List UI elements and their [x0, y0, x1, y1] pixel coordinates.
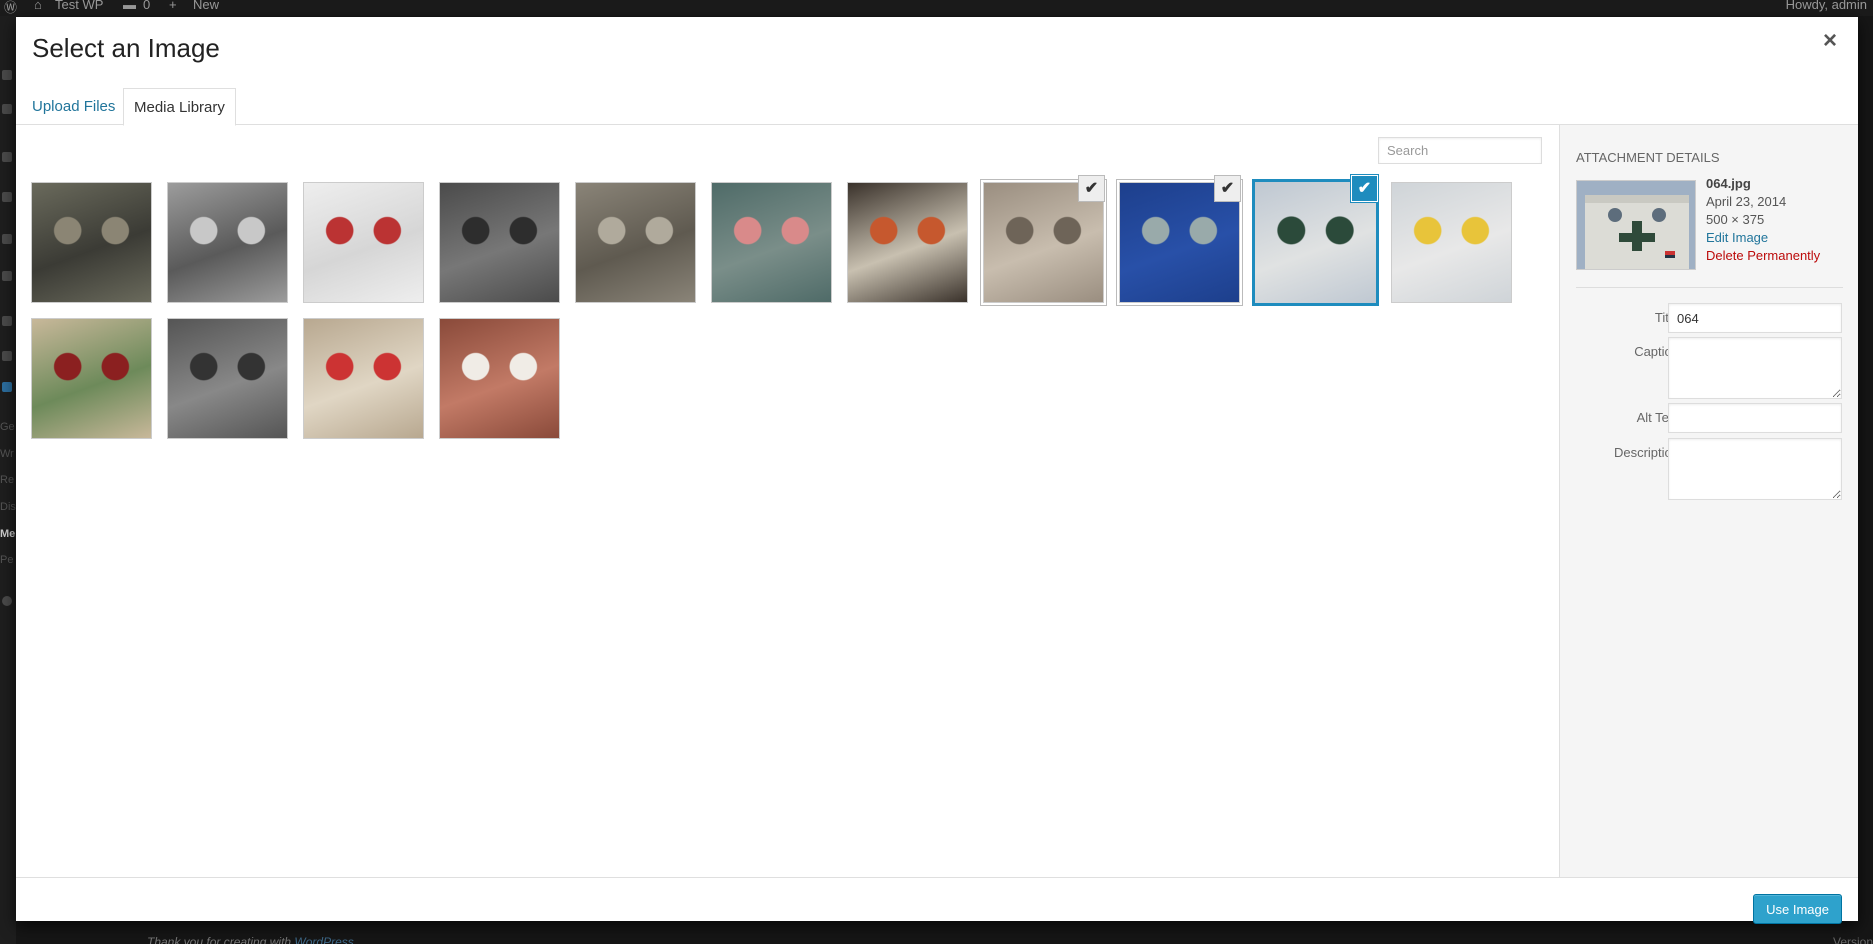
details-date: April 23, 2014 — [1706, 194, 1787, 209]
details-heading: Attachment Details — [1576, 150, 1720, 165]
menu-item-media[interactable]: Me — [0, 528, 16, 540]
footer-prefix: Thank you for creating with — [147, 935, 295, 944]
comments-count: 0 — [143, 0, 151, 12]
description-label: Description — [1613, 445, 1679, 460]
admin-menu: Ge Wr Re Dis Me Pe — [0, 16, 16, 944]
tab-upload-files[interactable]: Upload Files — [22, 88, 125, 126]
stone-sculpture-thumbnail — [168, 319, 287, 438]
menu-item-general[interactable]: Ge — [0, 421, 16, 433]
pin-icon — [2, 70, 12, 80]
details-thumbnail — [1576, 180, 1696, 270]
attachment-outlet-face[interactable] — [575, 182, 696, 303]
router-tabs: Upload Files Media Library — [16, 88, 1858, 126]
white-car-thumbnail — [304, 183, 423, 302]
users-icon — [2, 316, 12, 326]
foggy-railing-thumbnail — [168, 183, 287, 302]
pizza-plate-thumbnail — [848, 183, 967, 302]
attachment-marching-soldiers[interactable] — [31, 318, 152, 439]
use-image-button[interactable]: Use Image — [1753, 894, 1842, 924]
menu-item-permalinks[interactable]: Pe — [0, 554, 16, 566]
caption-field[interactable] — [1668, 337, 1842, 399]
caption-label: Caption — [1634, 344, 1679, 359]
check-icon[interactable]: ✔ — [1351, 175, 1378, 202]
page-icon — [2, 152, 12, 162]
check-icon[interactable]: ✔ — [1214, 175, 1241, 202]
howdy-link[interactable]: Howdy, admin — [1786, 0, 1867, 12]
alt-text-field[interactable] — [1668, 403, 1842, 433]
menu-item-reading[interactable]: Re — [0, 474, 16, 486]
description-field[interactable] — [1668, 438, 1842, 500]
comment-icon — [2, 192, 12, 202]
details-filename: 064.jpg — [1706, 176, 1751, 191]
airplane-thumbnail — [1392, 183, 1511, 302]
details-info: 064.jpg April 23, 2014 500 × 375 Edit Im… — [1706, 175, 1820, 265]
bacon-platter-thumbnail — [440, 319, 559, 438]
admin-bar: Ⓦ ⌂ Test WP ▬ 0 + New Howdy, admin — [0, 0, 1873, 16]
site-name-link[interactable]: Test WP — [55, 0, 103, 12]
marching-soldiers-thumbnail — [32, 319, 151, 438]
search-input[interactable] — [1378, 137, 1542, 164]
attachment-standpipe[interactable] — [711, 182, 832, 303]
wp-logo-icon[interactable]: Ⓦ — [4, 0, 17, 16]
title-field[interactable] — [1668, 303, 1842, 333]
attachment-details-sidebar: Attachment Details 064.jpg April 23, 201… — [1559, 125, 1858, 877]
media-toolbar: Use Image — [16, 877, 1858, 924]
attachment-mesh-chair[interactable] — [439, 182, 560, 303]
alt-text-label: Alt Text — [1636, 410, 1679, 425]
tools-icon — [2, 351, 12, 361]
media-modal: Select an Image × Upload Files Media Lib… — [16, 17, 1858, 924]
media-icon — [2, 104, 12, 114]
version-text: Version 3 — [1833, 935, 1873, 944]
footer-suffix: . — [353, 935, 358, 944]
standpipe-thumbnail — [712, 183, 831, 302]
attachment-construction-site[interactable] — [31, 182, 152, 303]
tab-media-library[interactable]: Media Library — [123, 88, 236, 126]
wordpress-link[interactable]: WordPress — [294, 935, 353, 944]
collapse-icon[interactable] — [2, 596, 12, 606]
attachment-stone-sculpture[interactable] — [167, 318, 288, 439]
attachment-airplane[interactable] — [1391, 182, 1512, 303]
footer-text: Thank you for creating with WordPress. — [147, 935, 357, 944]
check-icon[interactable]: ✔ — [1078, 175, 1105, 202]
menu-item-writing[interactable]: Wr — [0, 448, 16, 460]
construction-site-thumbnail — [32, 183, 151, 302]
title-label: Title — [1654, 310, 1679, 325]
attachment-bacon-platter[interactable] — [439, 318, 560, 439]
delete-permanently-link[interactable]: Delete Permanently — [1706, 247, 1820, 265]
menu-item-discussion[interactable]: Dis — [0, 501, 16, 513]
attachments-browser: ✔ ✔ ✔ — [16, 125, 1559, 877]
attachment-two-men-reading[interactable] — [303, 318, 424, 439]
comments-icon[interactable]: ▬ — [123, 0, 136, 12]
details-dimensions: 500 × 375 — [1706, 212, 1765, 227]
two-men-reading-thumbnail — [304, 319, 423, 438]
modal-title: Select an Image — [32, 33, 220, 63]
mesh-chair-thumbnail — [440, 183, 559, 302]
outlet-face-thumbnail — [576, 183, 695, 302]
new-link[interactable]: New — [193, 0, 219, 12]
settings-icon — [2, 382, 12, 392]
brush-icon — [2, 234, 12, 244]
plugin-icon — [2, 271, 12, 281]
attachment-foggy-railing[interactable] — [167, 182, 288, 303]
attachment-white-car[interactable] — [303, 182, 424, 303]
home-icon: ⌂ — [34, 0, 42, 12]
plus-icon: + — [169, 0, 177, 12]
close-icon[interactable]: × — [1816, 27, 1844, 55]
details-divider — [1576, 287, 1843, 288]
attachment-pizza-plate[interactable] — [847, 182, 968, 303]
edit-image-link[interactable]: Edit Image — [1706, 229, 1820, 247]
